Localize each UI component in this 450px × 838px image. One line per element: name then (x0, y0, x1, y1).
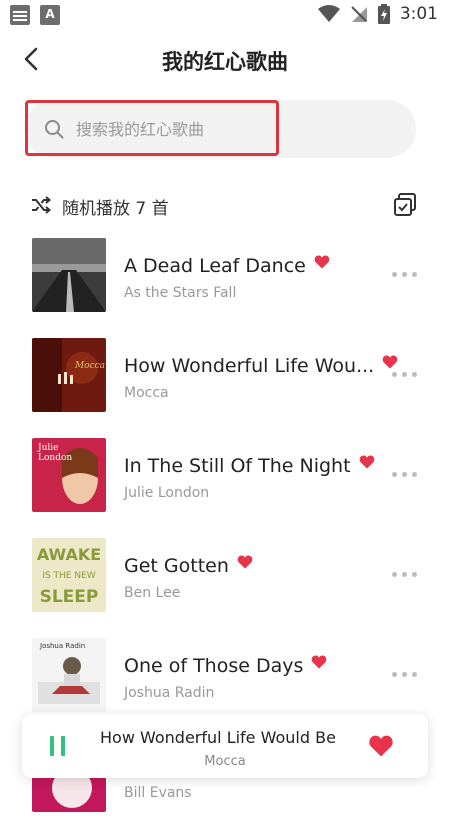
heart-icon (382, 355, 398, 369)
song-artist: Ben Lee (124, 585, 181, 601)
heart-icon (359, 455, 374, 469)
album-cover: Julie London (32, 438, 106, 512)
album-cover: Joshua Radin (32, 638, 106, 712)
album-cover: Mocca (32, 338, 106, 412)
song-item[interactable]: AWAKE IS THE NEW SLEEP Get Gotten Ben Le… (0, 538, 450, 638)
song-artist: As the Stars Fall (124, 285, 237, 301)
cover-text: Mocca (74, 361, 105, 371)
notification-icon (10, 5, 30, 25)
status-bar: 3:01 (0, 0, 450, 30)
mini-player[interactable]: How Wonderful Life Would Be Mocca (22, 714, 428, 778)
shuffle-play-label[interactable]: 随机播放 7 首 (62, 194, 169, 219)
search-input[interactable] (76, 114, 396, 144)
cover-text: Julie (37, 443, 59, 453)
cover-text: IS THE NEW (42, 571, 95, 581)
status-right-icons: 3:01 (317, 4, 438, 24)
wifi-icon (317, 5, 340, 22)
cover-text: SLEEP (40, 587, 99, 607)
song-item[interactable]: Mocca How Wonderful Life Wou... Mocca (0, 338, 450, 438)
shuffle-row: 随机播放 7 首 (0, 190, 450, 224)
status-time: 3:01 (399, 4, 438, 24)
more-options-icon[interactable] (392, 671, 420, 679)
heart-icon (237, 555, 253, 569)
album-cover: AWAKE IS THE NEW SLEEP (32, 538, 106, 612)
song-title: A Dead Leaf Dance (124, 254, 330, 277)
heart-icon (312, 655, 327, 669)
search-icon (45, 120, 64, 139)
song-artist: Joshua Radin (124, 685, 215, 701)
shuffle-icon[interactable] (30, 194, 52, 216)
cover-text: Joshua Radin (39, 642, 85, 650)
more-options-icon[interactable] (392, 371, 420, 379)
more-options-icon[interactable] (392, 471, 420, 479)
album-cover (32, 238, 106, 312)
heart-icon[interactable] (368, 734, 394, 758)
heart-icon (314, 255, 330, 269)
song-title: In The Still Of The Night (124, 454, 375, 477)
multi-select-icon[interactable] (392, 192, 418, 218)
header: 我的红心歌曲 (0, 30, 450, 88)
cover-text: London (38, 453, 72, 463)
song-artist: Julie London (124, 485, 210, 501)
song-artist: Mocca (124, 385, 169, 401)
more-options-icon[interactable] (392, 571, 420, 579)
pause-icon[interactable] (50, 736, 66, 756)
song-item[interactable]: A Dead Leaf Dance As the Stars Fall (0, 238, 450, 338)
song-artist: Bill Evans (124, 785, 192, 801)
no-signal-icon (351, 6, 367, 22)
now-playing-title: How Wonderful Life Would Be (100, 728, 336, 747)
page-title: 我的红心歌曲 (162, 50, 288, 74)
song-item[interactable]: Julie London In The Still Of The Night J… (0, 438, 450, 538)
search-bar[interactable] (24, 100, 416, 158)
song-title: Get Gotten (124, 554, 253, 577)
status-left-icons (10, 5, 60, 25)
app-notification-icon (40, 5, 60, 25)
song-title: One of Those Days (124, 654, 327, 677)
battery-icon (377, 4, 390, 24)
more-options-icon[interactable] (392, 271, 420, 279)
cover-text: AWAKE (37, 545, 101, 564)
song-title: How Wonderful Life Wou... (124, 354, 398, 377)
